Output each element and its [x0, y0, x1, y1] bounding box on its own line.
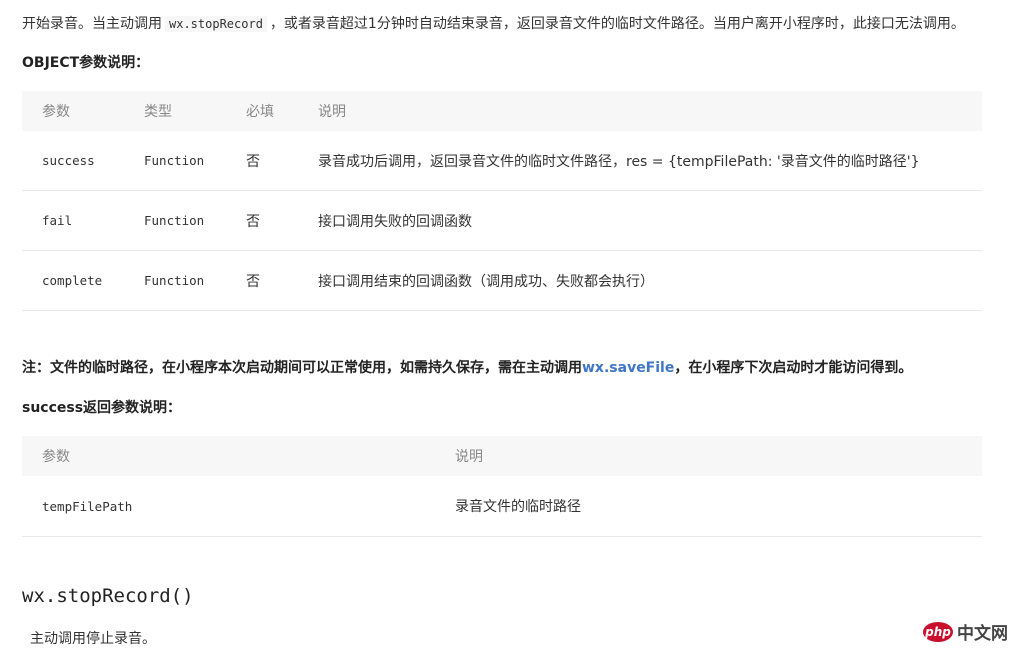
note-text-before: 注：文件的临时路径，在小程序本次启动期间可以正常使用，如需持久保存，需在主动调用 — [22, 360, 582, 376]
param-required: 否 — [226, 131, 298, 191]
param-name: complete — [22, 250, 124, 311]
param-type: Function — [124, 131, 226, 191]
php-logo-icon: php — [923, 621, 953, 642]
intro-text-after: ，或者录音超过1分钟时自动结束录音，返回录音文件的临时文件路径。当用户离开小程序… — [269, 16, 965, 32]
table-row: success Function 否 录音成功后调用，返回录音文件的临时文件路径… — [22, 131, 982, 191]
intro-text-before: 开始录音。当主动调用 — [22, 16, 162, 32]
header-desc: 说明 — [298, 91, 982, 131]
return-header-row: 参数 说明 — [22, 436, 982, 476]
table-row: tempFilePath 录音文件的临时路径 — [22, 476, 982, 537]
intro-paragraph: 开始录音。当主动调用 wx.stopRecord ，或者录音超过1分钟时自动结束录音… — [22, 13, 965, 35]
param-desc: 接口调用失败的回调函数 — [298, 190, 982, 251]
table-row: complete Function 否 接口调用结束的回调函数（调用成功、失败都… — [22, 250, 982, 311]
return-params-table: 参数 说明 tempFilePath 录音文件的临时路径 — [22, 436, 982, 537]
header-desc: 说明 — [435, 436, 982, 476]
param-desc: 接口调用结束的回调函数（调用成功、失败都会执行） — [298, 250, 982, 311]
table-row: fail Function 否 接口调用失败的回调函数 — [22, 190, 982, 251]
note-text-after: ，在小程序下次启动时才能访问得到。 — [674, 360, 913, 376]
param-desc: 录音成功后调用，返回录音文件的临时文件路径，res = {tempFilePat… — [298, 131, 982, 191]
note-paragraph: 注：文件的临时路径，在小程序本次启动期间可以正常使用，如需持久保存，需在主动调用… — [22, 357, 912, 377]
header-type: 类型 — [124, 91, 226, 131]
return-param-name: tempFilePath — [22, 476, 435, 537]
params-header-row: 参数 类型 必填 说明 — [22, 91, 982, 131]
intro-code: wx.stopRecord — [165, 16, 267, 32]
success-params-heading: success返回参数说明： — [22, 400, 182, 416]
header-param: 参数 — [22, 436, 435, 476]
param-type: Function — [124, 190, 226, 251]
save-file-link[interactable]: wx.saveFile — [582, 360, 674, 376]
watermark-text: 中文网 — [957, 624, 1008, 644]
watermark: php 中文网 — [923, 619, 1008, 644]
function-description: 主动调用停止录音。 — [30, 631, 156, 647]
param-required: 否 — [226, 250, 298, 311]
param-name: fail — [22, 190, 124, 251]
header-required: 必填 — [226, 91, 298, 131]
header-param: 参数 — [22, 91, 124, 131]
param-name: success — [22, 131, 124, 191]
function-title: wx.stopRecord() — [22, 585, 194, 607]
params-table: 参数 类型 必填 说明 success Function 否 录音成功后调用，返… — [22, 91, 982, 311]
object-params-heading: OBJECT参数说明： — [22, 55, 150, 71]
param-required: 否 — [226, 190, 298, 251]
return-param-desc: 录音文件的临时路径 — [435, 476, 982, 537]
param-type: Function — [124, 250, 226, 311]
